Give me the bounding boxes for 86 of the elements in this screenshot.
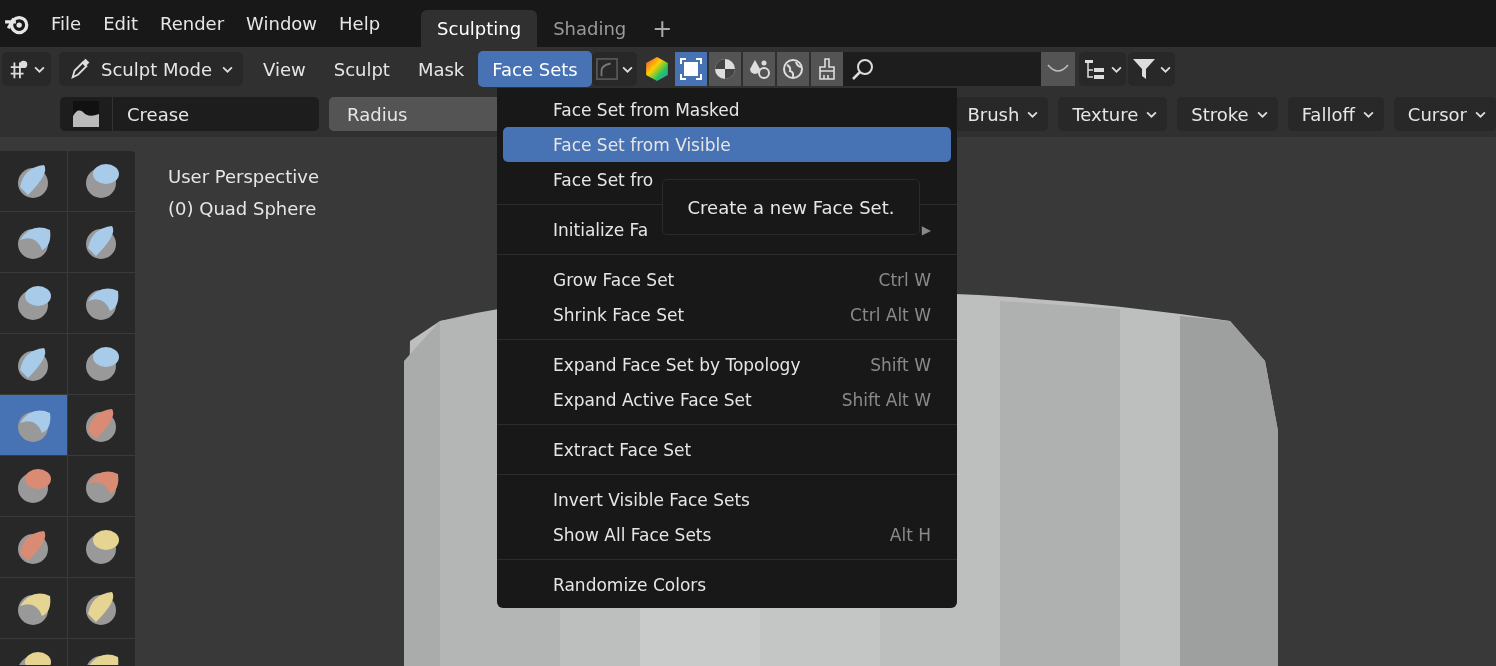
caret-icon	[1027, 110, 1039, 118]
search-field[interactable]	[842, 52, 1041, 86]
tooltip: Create a new Face Set.	[662, 179, 920, 235]
view-name: User Perspective	[168, 165, 319, 189]
curve-icon	[1045, 63, 1070, 75]
workspace-tab[interactable]: Shading	[537, 10, 643, 47]
brush-tool-button[interactable]	[0, 456, 67, 516]
brush-tool-button[interactable]	[68, 456, 135, 516]
editor-type-button[interactable]	[2, 52, 51, 86]
brush-tool-button[interactable]	[68, 578, 135, 638]
menu-entry[interactable]: Expand Active Face Set Shift Alt W	[503, 382, 951, 417]
caret-icon	[1475, 110, 1486, 118]
brush-tool-button[interactable]	[0, 273, 67, 333]
brush-icon	[69, 58, 91, 80]
search-icon	[850, 57, 875, 81]
color-hexagon-icon[interactable]	[643, 56, 670, 82]
menu-entry[interactable]: Shrink Face Set Ctrl Alt W	[503, 297, 951, 332]
caret-icon	[1159, 65, 1171, 73]
brush-tool-button[interactable]	[68, 273, 135, 333]
brush-thumbnail-icon	[73, 101, 99, 127]
brush-tool-button[interactable]	[68, 395, 135, 455]
shortcut-text: Ctrl Alt W	[850, 304, 931, 325]
brush-tool-button[interactable]	[0, 334, 67, 394]
caret-icon	[1110, 65, 1122, 73]
caret-icon	[222, 65, 233, 73]
menu-item[interactable]: Window	[235, 6, 329, 41]
menu-entry[interactable]: Face Set from Masked	[503, 92, 951, 127]
brush-tool-button[interactable]	[68, 151, 135, 211]
menu-entry[interactable]: Randomize Colors	[503, 567, 951, 602]
object-name: (0) Quad Sphere	[168, 197, 318, 221]
brush-tool-button[interactable]	[0, 151, 67, 211]
caret-icon	[1146, 110, 1158, 118]
brush-tool-button[interactable]	[68, 212, 135, 272]
menu-entry[interactable]: Expand Face Set by Topology Shift W	[503, 347, 951, 382]
menu-item[interactable]: Edit	[92, 6, 149, 41]
brush-tool-button[interactable]	[68, 334, 135, 394]
menu-entry[interactable]: Extract Face Set	[503, 432, 951, 467]
menu-entry[interactable]: Grow Face Set Ctrl W	[503, 262, 951, 297]
header-menu[interactable]: Face Sets	[478, 51, 592, 87]
curve-icon	[595, 58, 618, 80]
header-menu[interactable]: Sculpt	[319, 51, 404, 87]
menu-entry[interactable]: Invert Visible Face Sets	[503, 482, 951, 517]
shortcut-text: Alt H	[889, 524, 931, 545]
menu-item[interactable]: Render	[149, 6, 236, 41]
select-box-button[interactable]	[674, 52, 707, 86]
paint-button[interactable]	[810, 52, 843, 86]
brush-tool-button[interactable]	[68, 517, 135, 577]
rendered-shading-button[interactable]	[776, 52, 809, 86]
add-workspace-button[interactable]: +	[642, 10, 683, 47]
hierarchy-dropdown[interactable]	[1078, 52, 1126, 86]
brush-tool-button[interactable]	[0, 212, 67, 272]
list-tree-icon	[1082, 57, 1107, 81]
shortcut-text: Shift Alt W	[841, 389, 931, 410]
slider-label: Radius	[346, 103, 408, 125]
menu-entry[interactable]: Face Set from Visible	[503, 127, 951, 162]
popover-dropdown[interactable]: Texture	[1058, 97, 1168, 131]
brush-field[interactable]: Crease	[60, 97, 320, 131]
header-menu[interactable]: Mask	[403, 51, 479, 87]
menu-item[interactable]: Help	[328, 6, 392, 41]
workspace-tab[interactable]: Sculpting	[421, 10, 538, 47]
shortcut-text: Shift W	[870, 354, 931, 375]
caret-icon	[1362, 110, 1374, 118]
header-menu[interactable]: View	[249, 51, 320, 87]
box-select-icon	[678, 57, 703, 81]
toggle-button[interactable]	[1040, 52, 1075, 86]
caret-icon	[1256, 110, 1268, 118]
display-options-button[interactable]	[591, 52, 637, 86]
filter-dropdown[interactable]	[1127, 52, 1175, 86]
popover-dropdown[interactable]: Stroke	[1177, 97, 1278, 131]
shortcut-text: Ctrl W	[878, 269, 931, 290]
mode-dropdown[interactable]: Sculpt Mode	[59, 52, 243, 86]
submenu-arrow-icon: ▶	[921, 222, 931, 237]
caret-icon	[34, 65, 45, 73]
brush-tool-button[interactable]	[0, 517, 67, 577]
menu-item[interactable]: File	[40, 6, 93, 41]
sphere-icon	[712, 57, 737, 81]
popover-dropdown[interactable]: Cursor	[1393, 97, 1496, 131]
popover-dropdown[interactable]: Falloff	[1287, 97, 1384, 131]
caret-icon	[621, 65, 633, 73]
globe-icon	[780, 57, 805, 81]
material-shading-button[interactable]	[742, 52, 775, 86]
filter-icon	[1131, 57, 1156, 81]
menu-entry[interactable]: Show All Face Sets Alt H	[503, 517, 951, 552]
solid-shading-button[interactable]	[708, 52, 741, 86]
grid-icon	[8, 58, 30, 80]
brush-tool-button[interactable]	[0, 578, 67, 638]
